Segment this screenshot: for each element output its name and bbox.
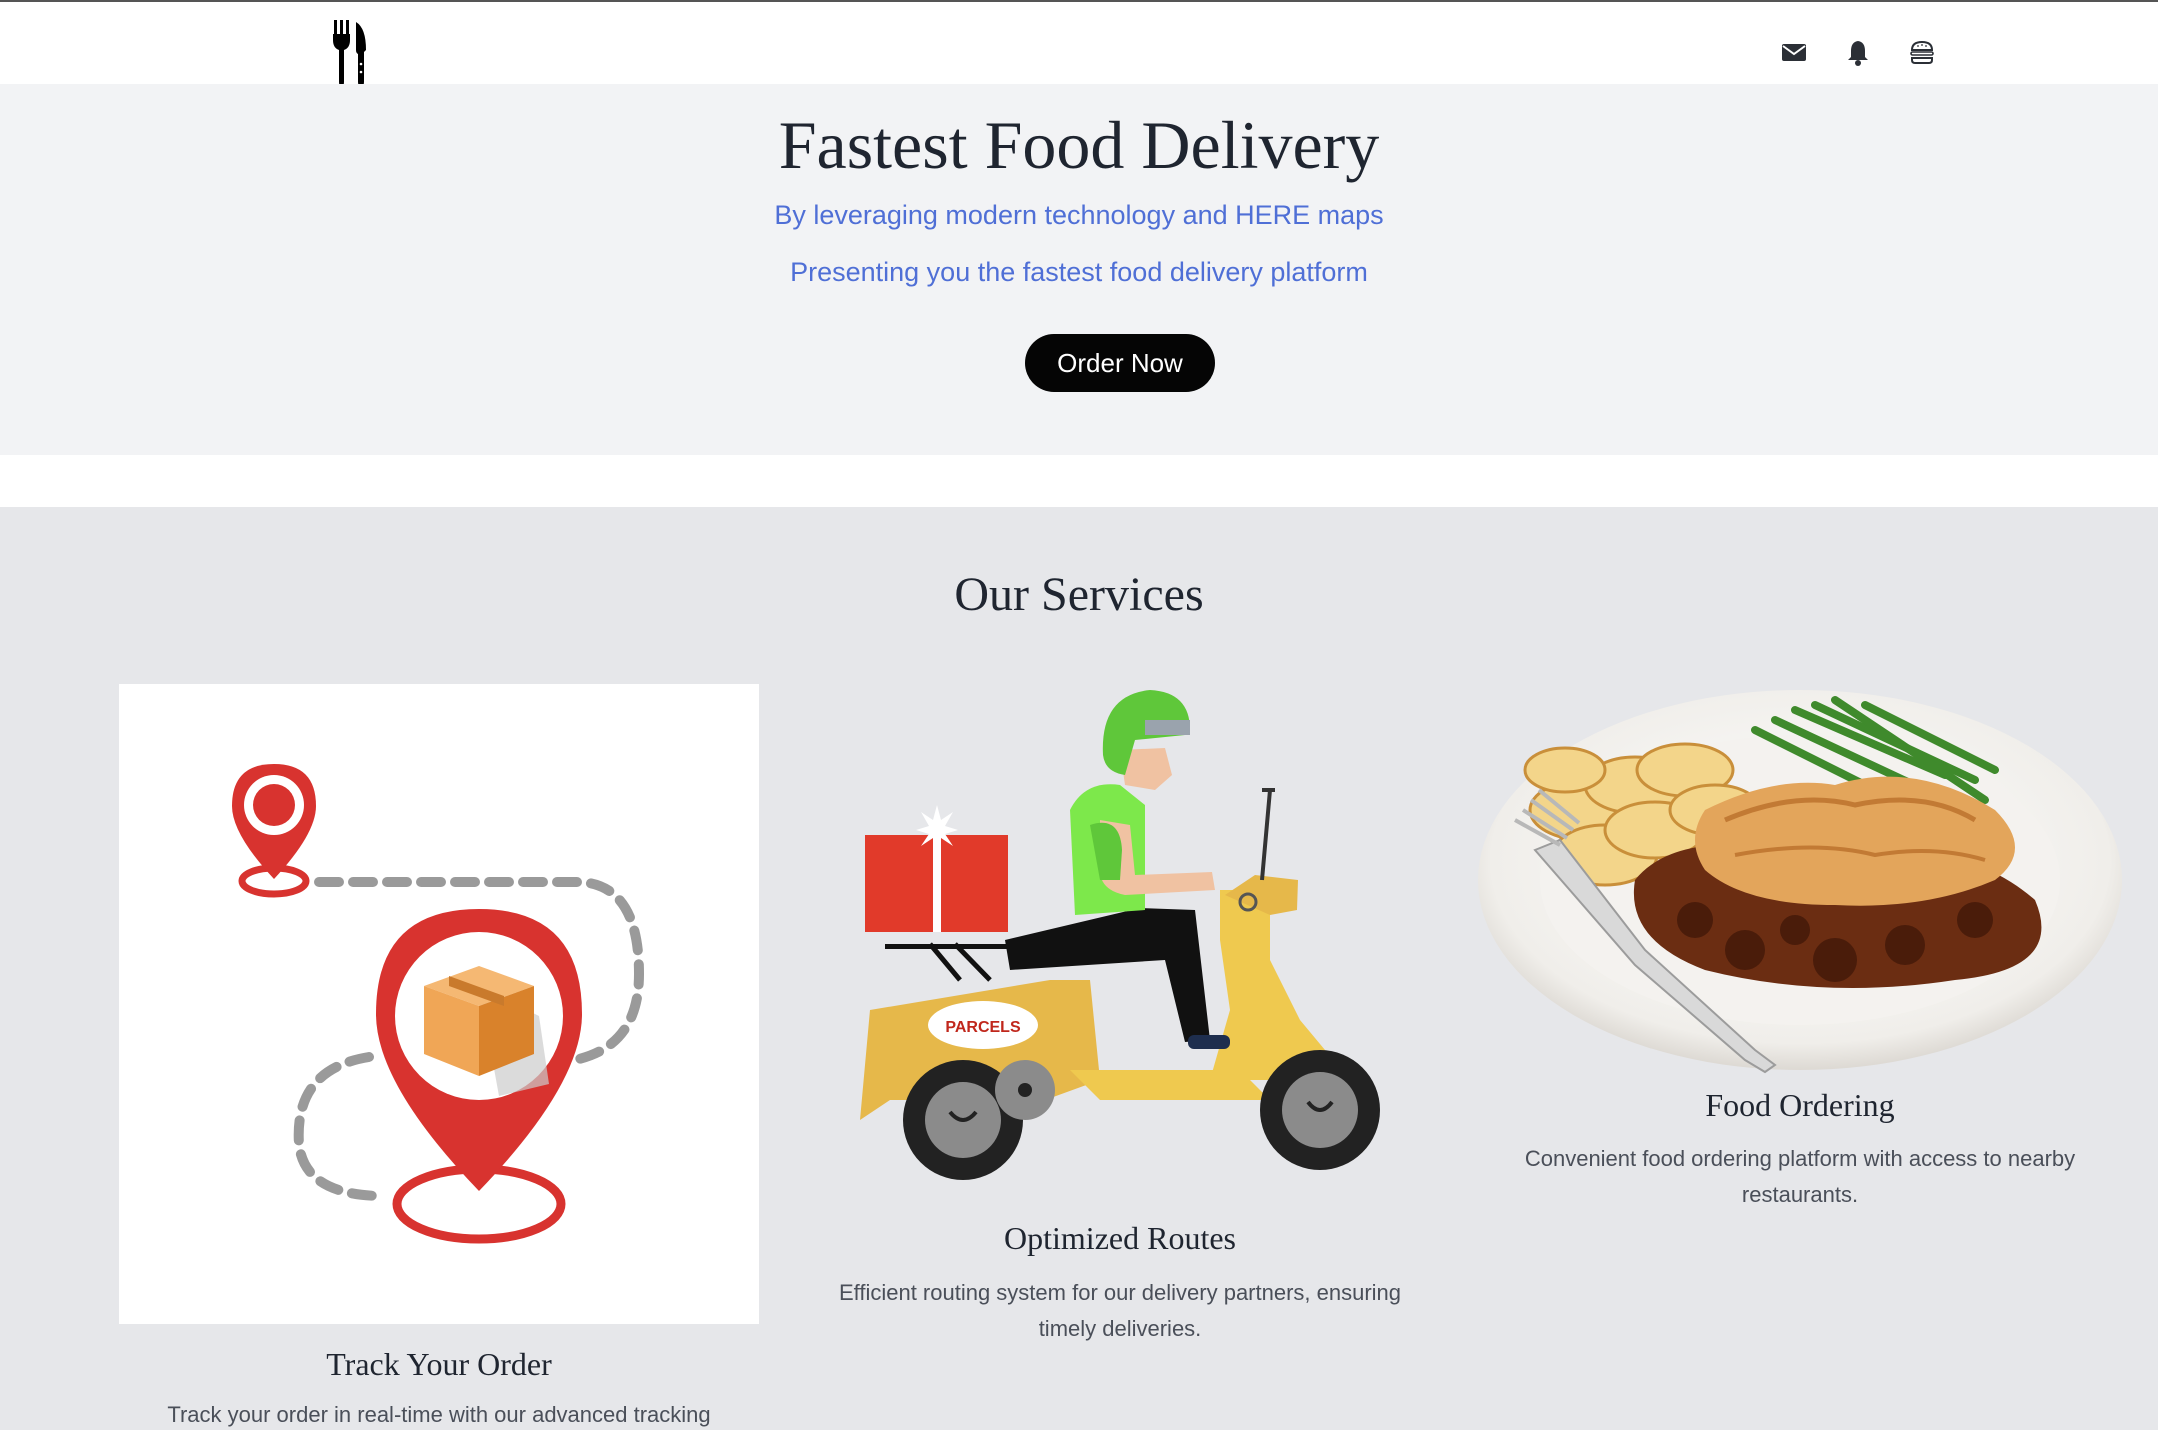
nav-icon-group	[1780, 38, 1936, 66]
food-plate-icon	[1478, 690, 2122, 1074]
top-navbar	[0, 0, 2158, 86]
food-ordering-image	[1475, 680, 2125, 1075]
services-heading: Our Services	[954, 568, 1204, 621]
section-spacer	[0, 455, 2158, 507]
delivery-scooter-icon: PARCELS	[860, 690, 1380, 1180]
hero-subtitle-1: By leveraging modern technology and HERE…	[774, 200, 1384, 230]
bell-icon[interactable]	[1844, 38, 1872, 66]
burger-icon[interactable]	[1908, 38, 1936, 66]
track-order-image	[119, 684, 759, 1324]
envelope-icon[interactable]	[1780, 38, 1808, 66]
map-pin-package-icon	[232, 764, 645, 1244]
card-desc-routes: Efficient routing system for our deliver…	[838, 1280, 1402, 1341]
card-title-routes: Optimized Routes	[1004, 1220, 1236, 1256]
hero-title: Fastest Food Delivery	[778, 107, 1380, 183]
order-now-button[interactable]: Order Now	[1025, 334, 1215, 392]
fork-knife-icon[interactable]	[330, 20, 370, 86]
card-title-food: Food Ordering	[1705, 1087, 1895, 1123]
optimized-routes-image: PARCELS	[800, 680, 1440, 1180]
hero-subtitle-2: Presenting you the fastest food delivery…	[790, 257, 1368, 287]
card-desc-food: Convenient food ordering platform with a…	[1524, 1146, 2076, 1207]
scooter-box-label: PARCELS	[945, 1019, 1021, 1036]
card-desc-track: Track your order in real-time with our a…	[167, 1402, 711, 1427]
card-title-track: Track Your Order	[326, 1346, 552, 1382]
hero-section: Fastest Food Delivery By leveraging mode…	[0, 84, 2158, 455]
